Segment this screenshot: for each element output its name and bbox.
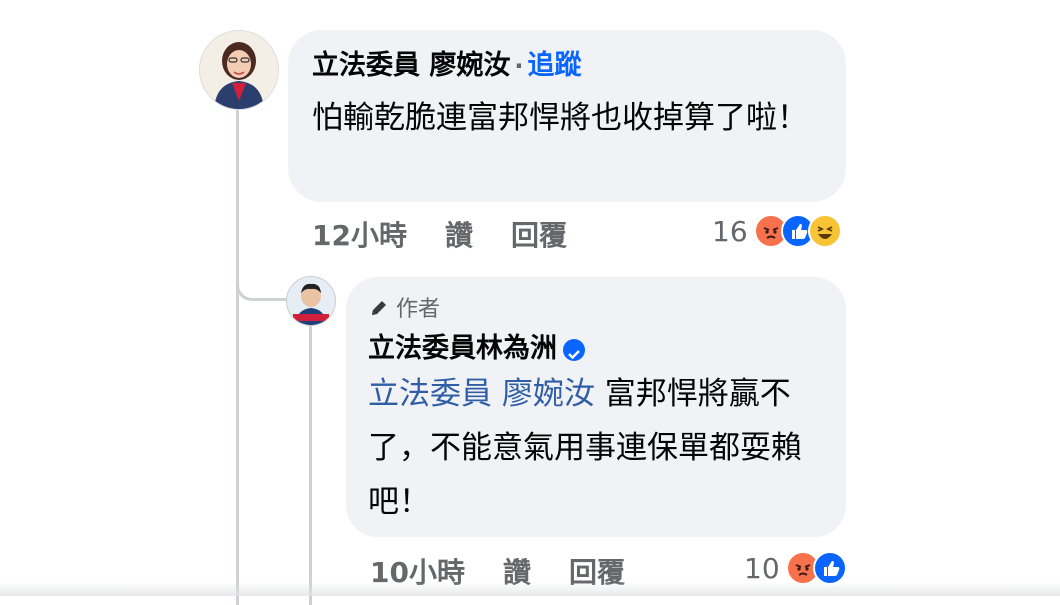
timestamp[interactable]: 12小時 xyxy=(312,219,407,252)
verified-badge-icon xyxy=(563,338,585,361)
bottom-shadow xyxy=(0,582,1060,596)
thread-line-main xyxy=(236,105,239,605)
avatar-photo-icon xyxy=(287,277,335,325)
comment-bubble: 立法委員 廖婉汝 · 追蹤 怕輸乾脆連富邦悍將也收掉算了啦！ xyxy=(288,30,846,202)
author-badge-label: 作者 xyxy=(396,297,441,322)
like-icon xyxy=(812,551,847,585)
separator-dot: · xyxy=(514,52,524,80)
avatar-photo-icon xyxy=(200,31,278,109)
comment-bubble: 作者 立法委員林為洲 立法委員 廖婉汝 富邦悍將贏不了，不能意氣用事連保單都耍賴… xyxy=(346,277,846,537)
comment-header: 立法委員林為洲 xyxy=(368,331,585,367)
comment-text: 怕輸乾脆連富邦悍將也收掉算了啦！ xyxy=(312,100,808,136)
mention-link[interactable]: 立法委員 廖婉汝 xyxy=(368,376,595,412)
author-name[interactable]: 立法委員林為洲 xyxy=(368,333,557,364)
reaction-count: 10 xyxy=(744,551,780,585)
reaction-count: 16 xyxy=(712,214,748,248)
author-badge: 作者 xyxy=(368,291,440,323)
pencil-icon xyxy=(372,301,386,315)
follow-button[interactable]: 追蹤 xyxy=(528,50,582,81)
avatar[interactable] xyxy=(199,30,279,110)
reaction-summary[interactable]: 16 xyxy=(712,214,842,248)
reply-button[interactable]: 回覆 xyxy=(511,219,567,252)
haha-icon xyxy=(807,214,842,248)
like-button[interactable]: 讚 xyxy=(445,219,473,252)
avatar[interactable] xyxy=(286,276,336,326)
reaction-summary[interactable]: 10 xyxy=(744,551,847,585)
comment-header: 立法委員 廖婉汝 · 追蹤 xyxy=(312,48,582,84)
author-name[interactable]: 立法委員 廖婉汝 xyxy=(312,50,510,81)
comment-text: 立法委員 廖婉汝 富邦悍將贏不了，不能意氣用事連保單都耍賴吧！ xyxy=(368,367,813,529)
thread-line-reply xyxy=(309,325,312,605)
comment-actions: 12小時 讚 回覆 xyxy=(312,214,605,254)
thread-branch xyxy=(236,250,287,301)
